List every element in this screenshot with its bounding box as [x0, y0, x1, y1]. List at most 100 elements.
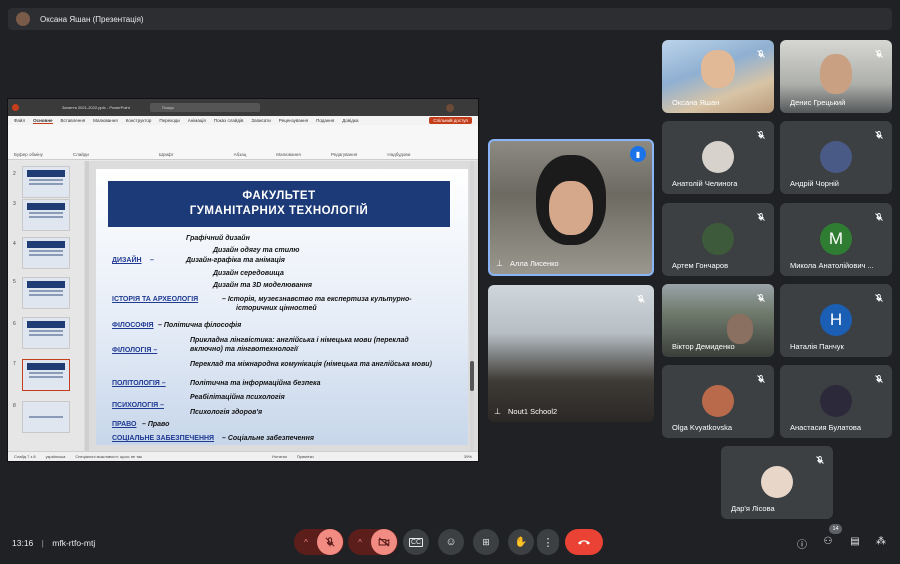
design-dash: –: [150, 257, 154, 264]
ribbon-group-drawing: Малювання: [276, 152, 301, 157]
slide-thumbnail: [22, 277, 70, 309]
audio-options-chevron-icon[interactable]: ^: [295, 538, 317, 547]
psychology-item: Реабілітаційна психологія: [190, 394, 285, 401]
speaking-indicator-icon: ▮: [630, 146, 646, 162]
meeting-time: 13:16: [12, 538, 34, 548]
participant-name: Наталія Панчук: [790, 342, 844, 351]
participant-video: [727, 314, 754, 344]
people-icon[interactable]: ⚇: [822, 536, 834, 548]
pp-menu-help: Довідка: [342, 118, 359, 123]
pp-menu-draw: Малювання: [93, 118, 118, 123]
chat-icon[interactable]: ▤: [849, 536, 861, 548]
pin-icon[interactable]: ⊥: [494, 407, 501, 416]
pp-menu-review: Рецензування: [278, 118, 309, 123]
design-item: Дизайн-графіка та анімація: [186, 257, 285, 264]
design-item: Дизайн та 3D моделювання: [213, 282, 312, 289]
design-item: Графічний дизайн: [186, 235, 250, 242]
leave-call-button[interactable]: [565, 529, 603, 555]
participant-tile[interactable]: Анатолій Челинога: [662, 121, 774, 194]
hand-icon: ✋: [514, 536, 528, 548]
end-call-icon: [578, 540, 590, 545]
microphone-control[interactable]: ^: [294, 529, 344, 555]
ribbon-group-font: Шрифт: [158, 152, 174, 157]
participant-count-badge: 14: [829, 524, 842, 534]
law-key: ПРАВО: [112, 421, 137, 428]
social-key: СОЦІАЛЬНЕ ЗАБЕЗПЕЧЕННЯ: [112, 435, 215, 442]
more-options-button[interactable]: ⋮: [537, 529, 559, 555]
politology-key: ПОЛІТОЛОГІЯ –: [112, 380, 166, 387]
participant-video: [701, 50, 735, 88]
participant-tile[interactable]: Olga Kvyatkovska: [662, 365, 774, 438]
pp-menu-home: Основне: [33, 117, 53, 124]
participant-avatar: [761, 466, 793, 498]
meeting-details-info-icon[interactable]: ⓘ: [796, 536, 808, 551]
pin-icon[interactable]: ⊥: [496, 259, 503, 268]
raise-hand-button[interactable]: ✋: [508, 529, 534, 555]
captions-button[interactable]: CC: [403, 529, 429, 555]
participant-tile-active-speaker[interactable]: ▮ Алла Лисенко ⊥: [488, 139, 654, 276]
mic-off-icon: [636, 291, 646, 303]
mic-off-icon: [815, 452, 825, 464]
camera-off-button[interactable]: [371, 529, 397, 555]
mic-off-icon: [756, 127, 766, 139]
slide-thumbnail: [22, 237, 70, 269]
participant-tile[interactable]: Анастасия Булатова: [780, 365, 892, 438]
participant-name: Дар'я Лісова: [731, 504, 775, 513]
history-text-2: історичних цінностей: [236, 305, 317, 312]
reactions-button[interactable]: ☺: [438, 529, 464, 555]
pp-menu-design: Конструктор: [125, 118, 152, 123]
pp-menu-record: Записати: [251, 118, 271, 123]
participant-tile[interactable]: Денис Грецький: [780, 40, 892, 113]
mic-off-button[interactable]: [317, 529, 343, 555]
participant-name: Olga Kvyatkovska: [672, 423, 733, 432]
philology-item: Прикладна лінгвістика: англійська і німе…: [190, 337, 409, 344]
mic-off-icon: [874, 127, 884, 139]
camera-control[interactable]: ^: [348, 529, 398, 555]
more-vert-icon: ⋮: [542, 536, 554, 549]
participant-tile[interactable]: Н Наталія Панчук: [780, 284, 892, 357]
participant-avatar: [820, 141, 852, 173]
participant-tile[interactable]: M Микола Анатолійович ...: [780, 203, 892, 276]
slide-thumbnail: [22, 401, 70, 433]
participant-avatar: [702, 385, 734, 417]
present-button[interactable]: ⊞: [473, 529, 499, 555]
pp-menu-bar: Файл Основне Вставлення Малювання Констр…: [8, 116, 478, 125]
design-key: ДИЗАЙН: [112, 257, 142, 264]
participant-avatar: [820, 385, 852, 417]
powerpoint-titlebar: Заняття 2021-2022.pptx - PowerPoint Пошу…: [8, 99, 478, 116]
mic-off-icon: [756, 46, 766, 58]
participant-tile[interactable]: Дар'я Лісова: [721, 446, 833, 519]
presenter-bar: Оксана Яшан (Презентація): [8, 8, 892, 30]
participant-tile[interactable]: Артем Гончаров: [662, 203, 774, 276]
slide-scrollbar: [470, 161, 474, 453]
participant-tile[interactable]: Віктор Демиденко: [662, 284, 774, 357]
participant-face: [549, 181, 593, 235]
ribbon-group-clipboard: Буфер обміну: [14, 152, 43, 157]
philology-item: Переклад та міжнародна комунікація (німе…: [190, 361, 432, 368]
participant-name: Анастасия Булатова: [790, 423, 861, 432]
pp-search-box: Пошук: [149, 103, 260, 112]
video-options-chevron-icon[interactable]: ^: [349, 538, 371, 547]
captions-icon: CC: [408, 537, 424, 547]
pp-menu-view: Подання: [316, 118, 335, 123]
thumb-number: 7: [13, 361, 16, 367]
status-zoom: 39%: [463, 454, 472, 459]
participant-name: Микола Анатолійович ...: [790, 261, 874, 270]
pp-share-button: Спільний доступ: [429, 117, 472, 124]
participant-tile[interactable]: Nout1 School2 ⊥: [488, 285, 654, 422]
thumb-number: 3: [13, 201, 16, 207]
mic-off-icon: [325, 537, 335, 547]
pp-menu-slideshow: Показ слайдів: [213, 118, 244, 123]
status-accessibility: Спеціальні можливості: щось не так: [75, 454, 143, 459]
pp-menu-transitions: Переходи: [159, 118, 180, 123]
philology-key: ФІЛОЛОГІЯ –: [112, 347, 158, 354]
ribbon-group-slides: Слайди: [72, 152, 89, 157]
participant-tile[interactable]: Андрій Чорній: [780, 121, 892, 194]
participant-avatar: [702, 223, 734, 255]
activities-icon[interactable]: ⁂: [875, 536, 887, 548]
status-slide-count: Слайд 7 з 8: [14, 454, 36, 459]
mic-off-icon: [756, 290, 766, 302]
slide-title-line1: ФАКУЛЬТЕТ: [242, 190, 316, 202]
presenter-avatar: [16, 12, 30, 26]
participant-tile[interactable]: Оксана Яшан: [662, 40, 774, 113]
